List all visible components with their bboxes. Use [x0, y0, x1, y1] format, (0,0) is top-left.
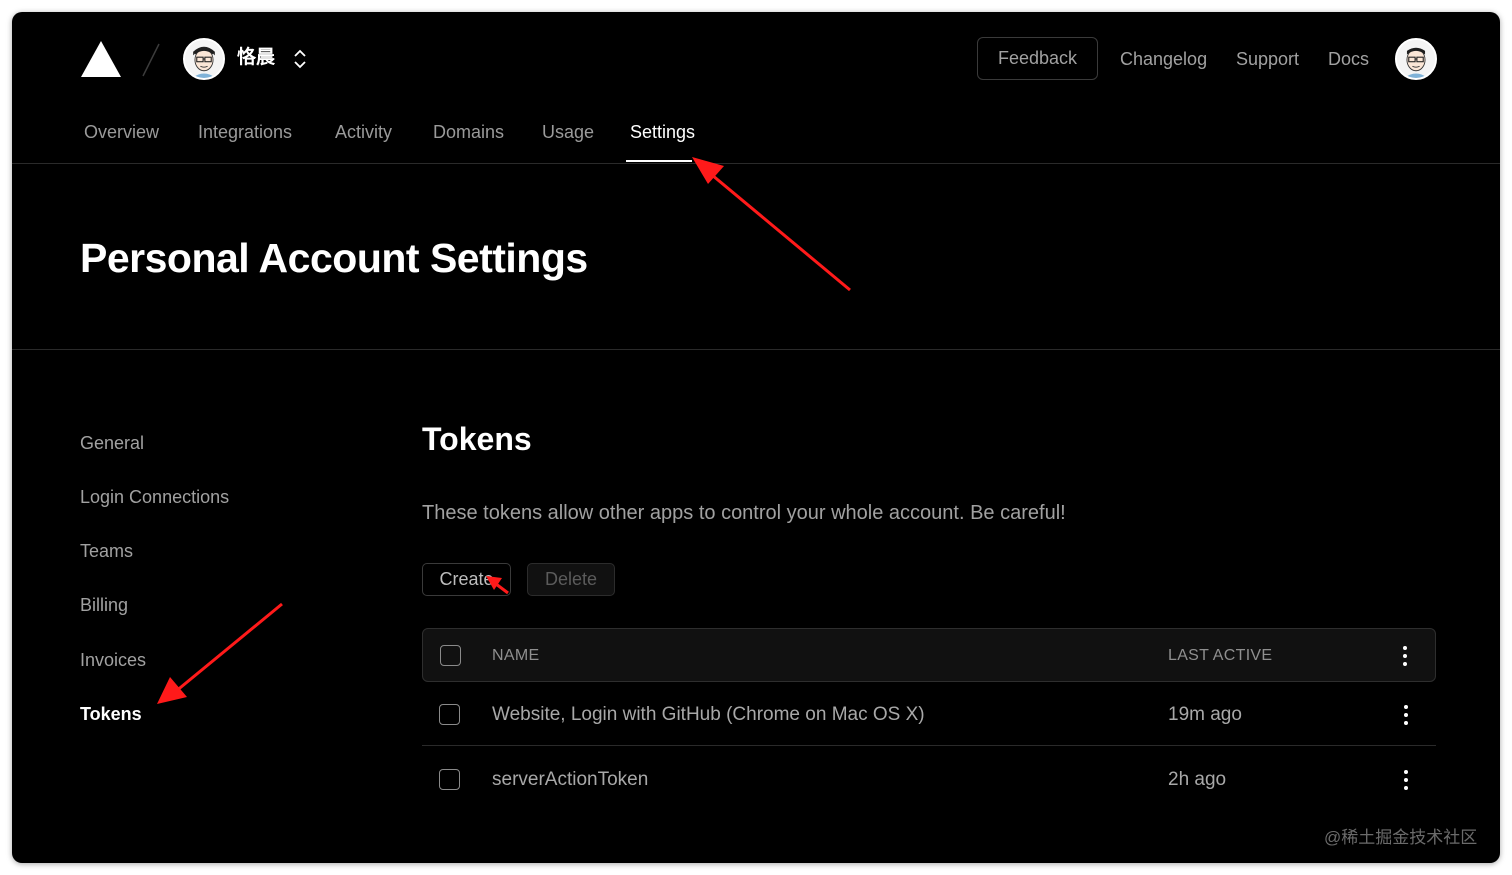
arrow-to-settings-icon: [692, 157, 851, 292]
feedback-button[interactable]: Feedback: [977, 37, 1098, 80]
title-divider: [12, 349, 1500, 350]
tab-integrations[interactable]: Integrations: [198, 120, 292, 144]
token-last-active: 2h ago: [1168, 769, 1227, 790]
sidebar-item-teams[interactable]: Teams: [80, 539, 133, 563]
row-more-options-icon[interactable]: [1403, 705, 1409, 725]
breadcrumb-separator-icon: [142, 43, 160, 77]
table-header: NAME LAST ACTIVE: [422, 628, 1436, 682]
tab-usage[interactable]: Usage: [542, 120, 594, 144]
sidebar-item-billing[interactable]: Billing: [80, 593, 128, 617]
section-description: These tokens allow other apps to control…: [422, 502, 1066, 524]
column-header-last-active: LAST ACTIVE: [1168, 647, 1273, 664]
avatar-face-icon: [1397, 40, 1435, 78]
row-checkbox[interactable]: [439, 769, 460, 790]
column-header-name: NAME: [492, 647, 540, 664]
row-more-options-icon[interactable]: [1403, 770, 1409, 790]
app-window: 恪晨 Feedback Changelog Support Docs Overv…: [12, 12, 1500, 863]
more-options-icon[interactable]: [1402, 646, 1408, 666]
active-tab-indicator: [626, 160, 692, 162]
sidebar-item-tokens[interactable]: Tokens: [80, 702, 142, 726]
select-all-checkbox[interactable]: [440, 645, 461, 666]
vercel-logo-icon[interactable]: [80, 40, 122, 78]
token-name: Website, Login with GitHub (Chrome on Ma…: [492, 704, 925, 725]
row-checkbox[interactable]: [439, 704, 460, 725]
chevron-up-down-icon[interactable]: [292, 48, 308, 70]
sidebar-item-login-connections[interactable]: Login Connections: [80, 485, 229, 509]
token-last-active: 19m ago: [1168, 704, 1242, 725]
sidebar-item-invoices[interactable]: Invoices: [80, 648, 146, 672]
watermark: @稀土掘金技术社区: [1324, 828, 1478, 847]
delete-token-button[interactable]: Delete: [527, 563, 615, 596]
sidebar-item-general[interactable]: General: [80, 431, 144, 455]
tab-overview[interactable]: Overview: [84, 120, 159, 144]
avatar-face-icon: [185, 40, 223, 78]
tab-domains[interactable]: Domains: [433, 120, 504, 144]
team-name[interactable]: 恪晨: [237, 46, 275, 70]
docs-link[interactable]: Docs: [1328, 47, 1369, 71]
support-link[interactable]: Support: [1236, 47, 1299, 71]
user-avatar[interactable]: [1395, 38, 1437, 80]
create-token-button[interactable]: Create: [422, 563, 511, 596]
row-divider: [422, 745, 1436, 746]
tab-activity[interactable]: Activity: [335, 120, 392, 144]
team-avatar[interactable]: [183, 38, 225, 80]
changelog-link[interactable]: Changelog: [1120, 47, 1207, 71]
tab-settings[interactable]: Settings: [630, 120, 695, 144]
header-divider: [12, 163, 1500, 164]
page-title: Personal Account Settings: [80, 235, 588, 281]
arrow-to-tokens-icon: [157, 602, 283, 704]
section-title: Tokens: [422, 421, 532, 457]
token-name: serverActionToken: [492, 769, 649, 790]
